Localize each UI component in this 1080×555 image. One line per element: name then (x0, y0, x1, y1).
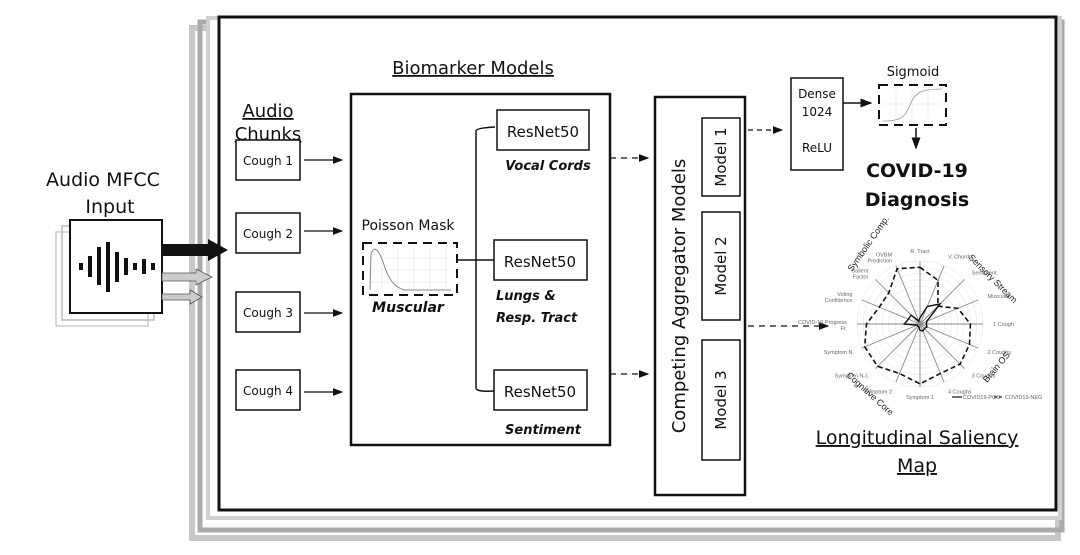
svg-text:Model 3: Model 3 (712, 370, 730, 429)
svg-text:Cough 1: Cough 1 (243, 154, 293, 168)
radar-point (918, 326, 920, 328)
radar-point (926, 305, 928, 308)
aggregator-title: Competing Aggregator Models (669, 159, 690, 434)
radar-point (878, 306, 880, 308)
radar-axis-label: 1 Cough (993, 322, 1014, 328)
input-title-2: Input (85, 196, 134, 218)
radar-point (910, 314, 912, 316)
radar-point (919, 383, 921, 385)
radar-point (896, 268, 898, 270)
svg-text:Dense: Dense (798, 87, 836, 101)
radar-point (926, 326, 928, 328)
biomarker-title: Biomarker Models (392, 58, 554, 79)
radar-point (919, 317, 921, 319)
radar-point (926, 320, 928, 322)
svg-text:1024: 1024 (802, 105, 833, 119)
radar-point (916, 324, 918, 326)
vocal-cords-caption: Vocal Cords (505, 159, 591, 174)
radar-point (919, 329, 921, 331)
svg-text:ResNet50: ResNet50 (504, 253, 576, 271)
radar-point (898, 372, 901, 375)
svg-text:Cough 2: Cough 2 (243, 227, 293, 241)
input-title-1: Audio MFCC (46, 169, 160, 191)
aggregator-model-1: Model 1 (701, 117, 741, 197)
svg-text:Model 2: Model 2 (712, 236, 730, 295)
resnet-vocal-cords: ResNet50 (496, 109, 590, 151)
radar-axis-label: R. Tract (910, 249, 930, 255)
radar-point (917, 325, 919, 327)
aggregator-model-2: Model 2 (701, 211, 741, 321)
radar-point (877, 365, 879, 367)
sigmoid-title: Sigmoid (887, 65, 940, 80)
svg-text:ReLU: ReLU (802, 141, 832, 155)
saliency-title-1: Longitudinal Saliency (816, 427, 1019, 449)
sentiment-caption: Sentiment (505, 423, 582, 438)
architecture-diagram: Audio MFCC Input Audio Chunks Cough 1 Co… (46, 15, 1065, 541)
radar-point (937, 279, 939, 281)
radar-legend: COVID19-POS COVID19-NEG (952, 395, 1042, 401)
radar-axis-label: Symptom N (824, 350, 853, 356)
lungs-caption-2: Resp. Tract (496, 311, 578, 326)
radar-point (937, 305, 939, 307)
chunk-cough-3: Cough 3 (235, 291, 301, 333)
poisson-caption: Muscular (372, 300, 445, 316)
radar-point (939, 372, 942, 375)
radar-point (907, 318, 909, 320)
svg-text:ResNet50: ResNet50 (504, 383, 576, 401)
lungs-caption-1: Lungs & (496, 289, 556, 304)
radar-point (923, 327, 926, 330)
radar-point (888, 292, 890, 294)
svg-text:Model 1: Model 1 (712, 127, 730, 186)
radar-point (957, 307, 959, 309)
diagnosis-line-2: Diagnosis (865, 189, 969, 211)
radar-point (864, 346, 866, 348)
poisson-label: Poisson Mask (362, 218, 456, 234)
chunk-cough-4: Cough 4 (235, 369, 301, 411)
resnet-lungs: ResNet50 (493, 239, 588, 281)
radar-point (922, 330, 924, 332)
poisson-mask-plot (362, 242, 458, 296)
chunk-cough-2: Cough 2 (235, 212, 301, 254)
chunks-title-1: Audio (242, 101, 293, 122)
svg-text:Cough 3: Cough 3 (243, 306, 293, 320)
radar-point (903, 323, 905, 325)
diagnosis-line-1: COVID-19 (866, 160, 968, 182)
resnet-sentiment: ResNet50 (493, 369, 588, 411)
legend-neg: COVID19-NEG (1005, 395, 1042, 401)
sigmoid-plot (878, 84, 947, 126)
radar-point (939, 303, 941, 305)
radar-point (918, 320, 920, 322)
radar-point (969, 323, 972, 325)
input-arrow-shadow-1 (161, 268, 213, 286)
radar-point (959, 363, 961, 365)
svg-text:Cough 4: Cough 4 (243, 384, 293, 398)
aggregator-model-3: Model 3 (701, 339, 741, 461)
radar-point (865, 323, 868, 325)
radar-point (925, 323, 927, 325)
radar-point (919, 266, 921, 268)
dense-layer: Dense 1024 ReLU (790, 77, 844, 171)
legend-pos: COVID19-POS (963, 395, 1000, 401)
svg-text:ResNet50: ResNet50 (507, 123, 579, 141)
radar-axis-label: Symptom 1 (906, 395, 934, 401)
saliency-title-2: Map (897, 455, 937, 477)
radar-point (968, 343, 971, 346)
chunk-cough-1: Cough 1 (235, 139, 301, 181)
input-arrow-shadow-2 (161, 289, 203, 305)
